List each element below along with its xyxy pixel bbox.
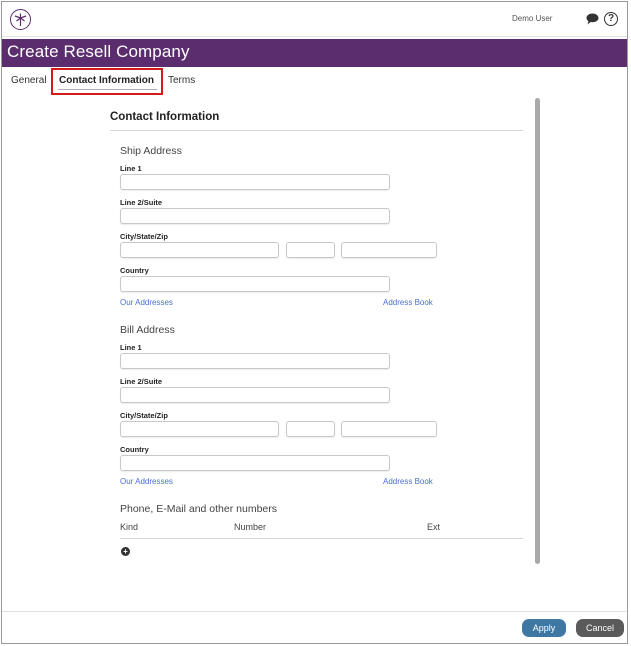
- page-title: Create Resell Company: [7, 42, 190, 61]
- top-bar: Demo User ?: [2, 2, 627, 37]
- bill-address-book-link[interactable]: Address Book: [383, 477, 433, 486]
- user-name[interactable]: Demo User: [512, 14, 552, 23]
- column-number: Number: [234, 522, 267, 532]
- ship-city-input[interactable]: [120, 242, 279, 258]
- bill-address-title: Bill Address: [120, 324, 175, 336]
- bill-state-input[interactable]: [286, 421, 335, 437]
- ship-our-addresses-link[interactable]: Our Addresses: [120, 298, 173, 307]
- ship-line2-label: Line 2/Suite: [120, 198, 163, 207]
- phone-section-title: Phone, E-Mail and other numbers: [120, 503, 278, 515]
- chat-icon[interactable]: [586, 13, 599, 25]
- ship-line1-label: Line 1: [120, 164, 142, 173]
- bill-line2-label: Line 2/Suite: [120, 377, 163, 386]
- tab-highlight-box: [51, 68, 163, 95]
- ship-zip-input[interactable]: [341, 242, 437, 258]
- tab-general[interactable]: General: [11, 75, 47, 86]
- phone-table-divider: [120, 538, 523, 539]
- ship-country-input[interactable]: [120, 276, 390, 292]
- bill-line2-input[interactable]: [120, 387, 390, 403]
- bill-country-input[interactable]: [120, 455, 390, 471]
- section-title: Contact Information: [110, 111, 220, 123]
- bill-csz-label: City/State/Zip: [120, 411, 168, 420]
- logo-icon[interactable]: [10, 9, 31, 30]
- ship-line1-input[interactable]: [120, 174, 390, 190]
- bill-our-addresses-link[interactable]: Our Addresses: [120, 477, 173, 486]
- ship-line2-input[interactable]: [120, 208, 390, 224]
- column-kind: Kind: [120, 522, 139, 532]
- app-window: Demo User ? Create Resell Company Genera…: [1, 1, 628, 644]
- footer-divider: [2, 611, 627, 612]
- ship-address-title: Ship Address: [120, 145, 182, 157]
- ship-csz-label: City/State/Zip: [120, 232, 168, 241]
- cancel-button[interactable]: Cancel: [576, 619, 624, 637]
- tab-terms[interactable]: Terms: [168, 75, 195, 86]
- bill-line1-label: Line 1: [120, 343, 142, 352]
- ship-country-label: Country: [120, 266, 149, 275]
- title-bar: Create Resell Company: [2, 39, 627, 67]
- section-divider: [110, 130, 523, 131]
- ship-state-input[interactable]: [286, 242, 335, 258]
- bill-city-input[interactable]: [120, 421, 279, 437]
- ship-address-book-link[interactable]: Address Book: [383, 298, 433, 307]
- help-icon[interactable]: ?: [604, 12, 618, 26]
- bill-country-label: Country: [120, 445, 149, 454]
- bill-line1-input[interactable]: [120, 353, 390, 369]
- apply-button[interactable]: Apply: [522, 619, 566, 637]
- add-icon[interactable]: +: [121, 547, 130, 556]
- vertical-scrollbar[interactable]: [535, 98, 540, 564]
- column-ext: Ext: [427, 522, 441, 532]
- bill-zip-input[interactable]: [341, 421, 437, 437]
